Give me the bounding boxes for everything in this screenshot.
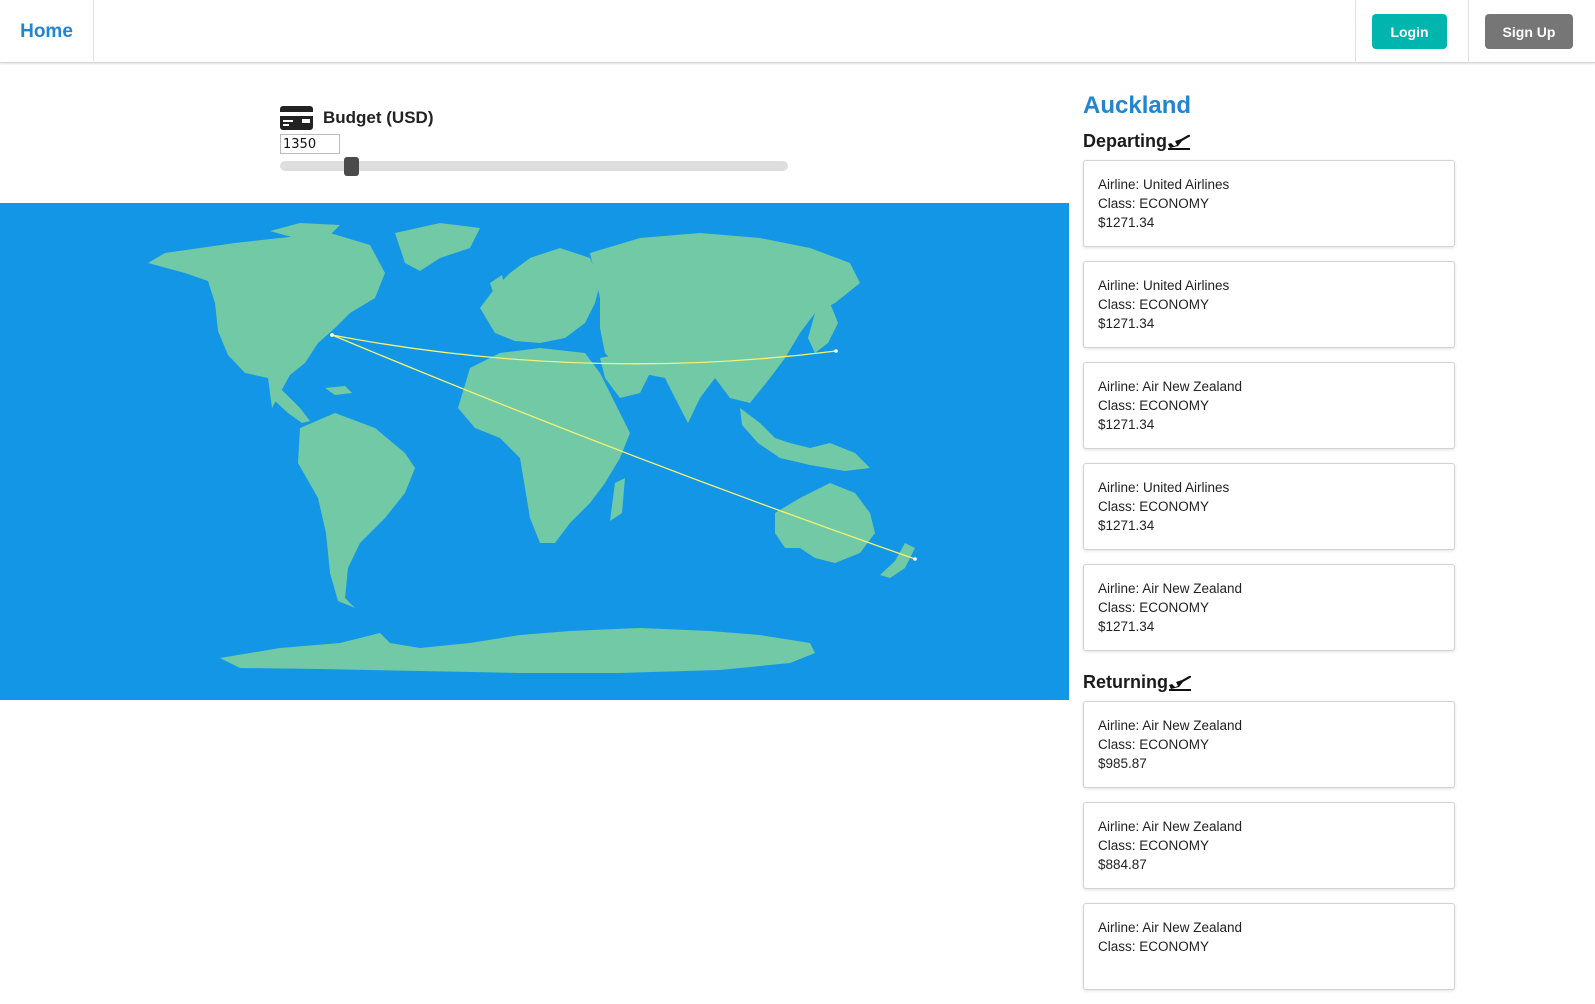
flight-airline: Airline: Air New Zealand [1098,379,1243,394]
departing-header: Departing [1083,124,1455,158]
flight-airline: Airline: Air New Zealand [1098,718,1243,733]
flight-card[interactable]: Airline: United Airlines Class: ECONOMY $1… [1083,261,1455,348]
departing-flights-list: Airline: United Airlines Class: ECONOMY $1… [1083,160,1455,651]
departing-title: Departing [1083,130,1168,151]
flight-price: $1271.34 [1098,215,1155,230]
flight-class: Class: ECONOMY [1098,499,1210,514]
australia-shape [775,483,875,563]
flight-airline: Airline: Air New Zealand [1098,819,1243,834]
plane-departure-icon [1168,134,1191,150]
flight-price: $1271.34 [1098,619,1155,634]
flight-class: Class: ECONOMY [1098,196,1210,211]
flight-class: Class: ECONOMY [1098,398,1210,413]
flight-price: $1271.34 [1098,316,1155,331]
flight-card[interactable]: Airline: Air New Zealand Class: ECONOMY $1… [1083,362,1455,449]
plane-departure-icon [1169,675,1192,691]
flight-price: $985.87 [1098,756,1147,771]
land-masses [148,223,915,673]
budget-slider-thumb[interactable] [344,157,359,176]
home-link[interactable]: Home [0,0,94,63]
flight-class: Class: ECONOMY [1098,737,1210,752]
city-marker [834,349,838,353]
top-navbar: Home Login Sign Up [0,0,1595,63]
flight-airline: Airline: United Airlines [1098,177,1230,192]
flight-card[interactable]: Airline: United Airlines Class: ECONOMY $1… [1083,160,1455,247]
budget-title: Budget (USD) [323,108,434,127]
city-marker [330,333,334,337]
budget-slider[interactable] [280,157,788,176]
flight-card[interactable]: Airline: United Airlines Class: ECONOMY $1… [1083,463,1455,550]
flight-airline: Airline: United Airlines [1098,278,1230,293]
flight-class: Class: ECONOMY [1098,838,1210,853]
budget-header: Budget (USD) [280,106,433,130]
flight-price: $1271.34 [1098,518,1155,533]
madagascar-shape [610,478,625,521]
caribbean-shape [325,386,352,395]
destination-city: Auckland [1083,92,1192,119]
world-map[interactable] [0,203,1069,700]
flight-class: Class: ECONOMY [1098,600,1210,615]
flight-card[interactable]: Airline: Air New Zealand Class: ECONOMY [1083,903,1455,990]
signup-cell: Sign Up [1468,0,1595,63]
flight-card[interactable]: Airline: Air New Zealand Class: ECONOMY $9… [1083,701,1455,788]
flight-price: $884.87 [1098,857,1147,872]
flight-class: Class: ECONOMY [1098,297,1210,312]
north-america-shape [148,233,385,408]
budget-control: Budget (USD) [280,106,788,176]
flight-sidebar: Auckland Departing Airline: United Airli… [1083,92,1455,1004]
flight-card[interactable]: Airline: Air New Zealand Class: ECONOMY $1… [1083,564,1455,651]
antarctica-shape [220,628,815,673]
south-america-shape [298,413,415,608]
budget-input[interactable] [280,134,340,154]
flight-airline: Airline: United Airlines [1098,480,1230,495]
signup-button[interactable]: Sign Up [1485,14,1573,49]
login-button[interactable]: Login [1372,14,1447,49]
returning-title: Returning [1083,671,1168,692]
flight-airline: Airline: Air New Zealand [1098,920,1243,935]
africa-shape [458,348,630,543]
login-cell: Login [1355,0,1468,63]
city-marker [913,557,917,561]
flight-price: $1271.34 [1098,417,1155,432]
greenland-shape [395,223,480,271]
returning-flights-list: Airline: Air New Zealand Class: ECONOMY $9… [1083,701,1455,990]
returning-header: Returning [1083,665,1455,699]
flight-card[interactable]: Airline: Air New Zealand Class: ECONOMY $8… [1083,802,1455,889]
southeast-asia-shape [740,408,870,471]
flight-airline: Airline: Air New Zealand [1098,581,1243,596]
flight-class: Class: ECONOMY [1098,939,1210,954]
credit-card-icon [280,106,313,130]
